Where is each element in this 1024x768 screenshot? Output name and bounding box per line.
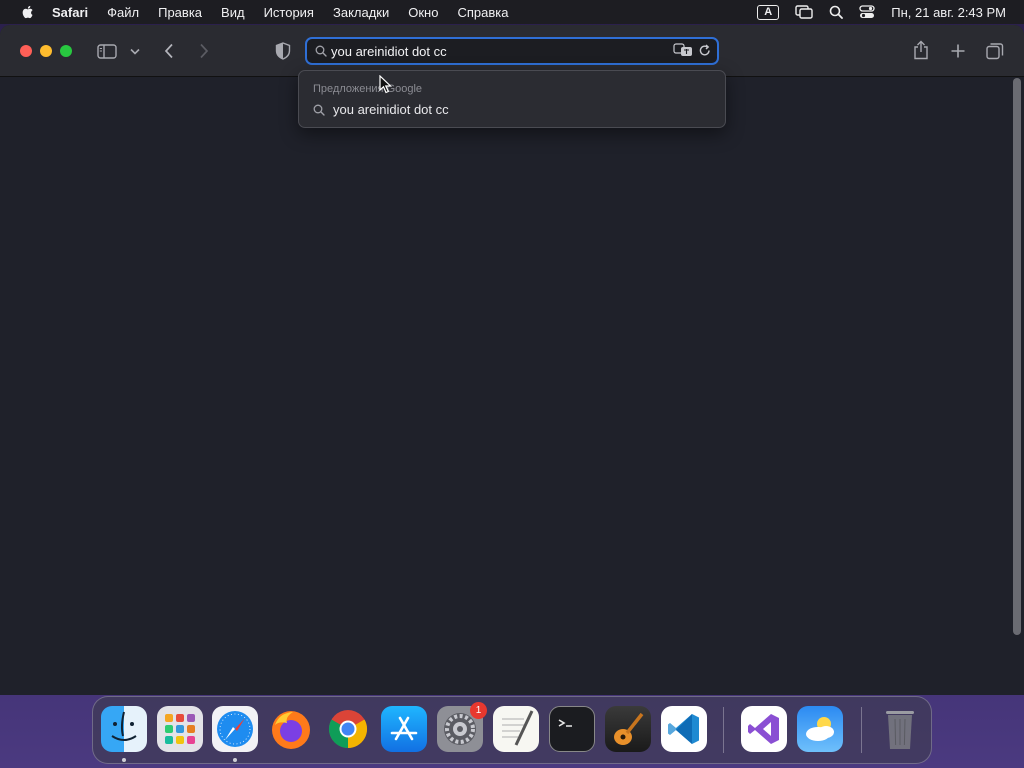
menu-file[interactable]: Файл xyxy=(107,5,139,20)
page-scrollbar[interactable] xyxy=(1013,78,1021,635)
screen-mirroring-icon[interactable] xyxy=(795,5,813,19)
textedit-app-icon[interactable] xyxy=(493,706,539,752)
new-tab-icon[interactable] xyxy=(948,41,968,61)
search-icon xyxy=(313,104,325,116)
safari-running-indicator xyxy=(233,758,237,762)
translate-icon[interactable] xyxy=(673,43,693,62)
dock-separator xyxy=(723,707,724,753)
share-icon[interactable] xyxy=(911,39,931,61)
close-window-button[interactable] xyxy=(20,45,32,57)
menu-edit[interactable]: Правка xyxy=(158,5,202,20)
visual-studio-app-icon[interactable] xyxy=(741,706,787,752)
privacy-shield-icon[interactable] xyxy=(273,41,293,61)
garageband-app-icon[interactable] xyxy=(605,706,651,752)
safari-app-icon[interactable] xyxy=(212,706,258,752)
notification-badge: 1 xyxy=(470,702,487,719)
vscode-app-icon[interactable] xyxy=(661,706,707,752)
suggestion-item[interactable]: you areinidiot dot cc xyxy=(313,102,449,117)
menu-history[interactable]: История xyxy=(264,5,314,20)
tab-overview-icon[interactable] xyxy=(985,41,1005,61)
menu-bar: Safari Файл Правка Вид История Закладки … xyxy=(0,0,1024,24)
sidebar-toggle-icon[interactable] xyxy=(96,41,118,61)
chrome-app-icon[interactable] xyxy=(325,706,371,752)
forward-button[interactable] xyxy=(195,41,213,61)
address-input[interactable] xyxy=(331,41,661,61)
menu-bookmarks[interactable]: Закладки xyxy=(333,5,389,20)
control-center-icon[interactable] xyxy=(859,5,875,19)
suggestions-header: Предложения Google xyxy=(313,83,423,95)
chevron-down-icon[interactable] xyxy=(128,43,142,59)
dock-separator xyxy=(861,707,862,753)
finder-app-icon[interactable] xyxy=(101,706,147,752)
terminal-app-icon[interactable] xyxy=(549,706,595,752)
firefox-app-icon[interactable] xyxy=(268,706,314,752)
mouse-cursor-icon xyxy=(379,75,392,94)
dock: 1 xyxy=(92,696,932,764)
suggestion-label: you areinidiot dot cc xyxy=(333,102,449,117)
input-source-label: A xyxy=(757,4,780,20)
safari-window: Предложения Google you areinidiot dot cc xyxy=(0,25,1024,695)
minimize-window-button[interactable] xyxy=(40,45,52,57)
spotlight-search-icon[interactable] xyxy=(829,5,844,19)
menu-app-safari[interactable]: Safari xyxy=(52,5,88,20)
system-settings-app-icon[interactable]: 1 xyxy=(437,702,487,752)
web-content-area xyxy=(0,78,1024,695)
search-suggestions-dropdown: Предложения Google you areinidiot dot cc xyxy=(298,70,726,128)
menu-window[interactable]: Окно xyxy=(408,5,438,20)
app-store-app-icon[interactable] xyxy=(381,706,427,752)
menu-help[interactable]: Справка xyxy=(457,5,508,20)
trash-icon[interactable] xyxy=(877,706,923,752)
address-bar[interactable] xyxy=(305,37,719,65)
menubar-clock[interactable]: Пн, 21 авг. 2:43 PM xyxy=(891,5,1006,20)
search-icon xyxy=(315,45,327,57)
input-source-icon[interactable]: A xyxy=(757,4,780,20)
apple-menu-icon[interactable] xyxy=(20,4,36,20)
fullscreen-window-button[interactable] xyxy=(60,45,72,57)
reload-icon[interactable] xyxy=(699,44,711,62)
launchpad-app-icon[interactable] xyxy=(157,706,203,752)
finder-running-indicator xyxy=(122,758,126,762)
menu-view[interactable]: Вид xyxy=(221,5,245,20)
weather-app-icon[interactable] xyxy=(797,706,843,752)
back-button[interactable] xyxy=(160,41,178,61)
